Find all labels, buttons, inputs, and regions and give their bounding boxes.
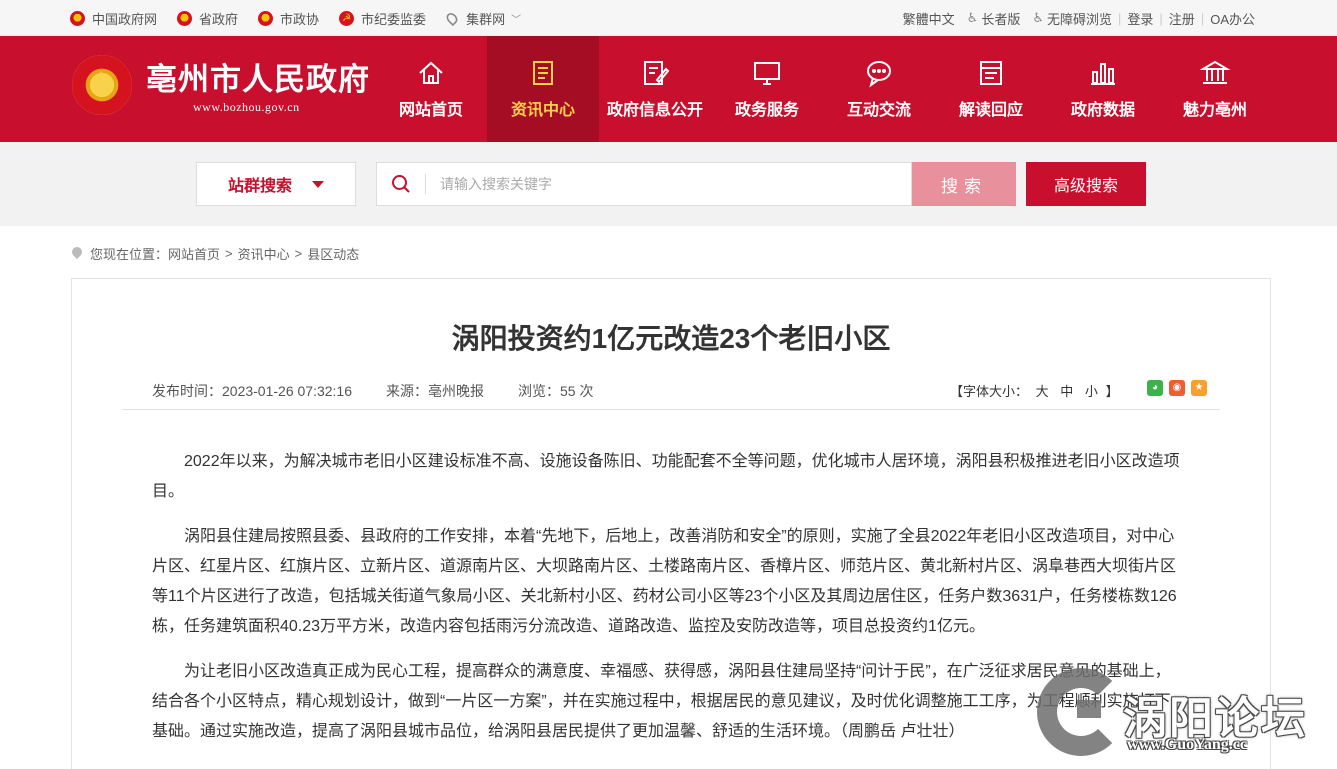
breadcrumb: 您现在位置： 网站首页 > 资讯中心 > 县区动态 [72,244,359,262]
weibo-share-icon[interactable]: ◉ [1169,380,1185,396]
article-meta: 发布时间：2023-01-26 07:32:16 来源：亳州晚报 浏览：55 次 [152,381,627,401]
search-button[interactable]: 搜索 [912,162,1016,206]
wheelchair-icon: ♿ [1032,10,1044,25]
emblem-icon [258,10,274,26]
font-size-large[interactable]: 大 [1036,384,1049,399]
font-size-label: 【字体大小： [950,384,1029,399]
wechat-share-icon[interactable]: ◕ [1147,380,1163,396]
elder-icon: ♿ [966,10,979,25]
breadcrumb-news-center[interactable]: 资讯中心 [238,244,290,263]
location-pin-icon [72,247,82,260]
site-header: ★ 亳州市人民政府 www.bozhou.gov.cn 网站首页 资讯中心 政府… [0,36,1337,142]
article-paragraph: 2022年以来，为解决城市老旧小区建设标准不高、设施设备陈旧、功能配套不全等问题… [152,453,1180,500]
emblem-icon [177,10,193,26]
nav-label: 政务服务 [734,102,799,119]
link-discipline-commission[interactable]: ☭ 市纪委监委 [339,9,426,28]
news-icon [528,58,558,88]
scope-label: 站群搜索 [227,178,292,195]
search-input[interactable] [440,176,890,192]
forum-watermark: 涡阳论坛 www.GuoYang.cc [1037,664,1327,764]
monitor-icon [752,58,782,88]
article-title: 涡阳投资约1亿元改造23个老旧小区 [451,323,891,354]
search-scope-dropdown[interactable]: 站群搜索 [196,162,356,206]
nav-label: 魅力亳州 [1182,102,1247,119]
share-buttons: ◕ ◉ ★ [1141,380,1207,396]
font-size-control: 【字体大小： 大 中 小 】 [950,381,1119,400]
view-count: 浏览：55 次 [518,383,594,399]
link-cppcc[interactable]: 市政协 [258,9,319,28]
breadcrumb-prefix: 您现在位置： [90,246,169,262]
breadcrumb-separator: > [294,245,303,261]
link-label: 无障碍浏览 [1046,11,1112,27]
link-label: 集群网 [466,11,506,27]
nav-label: 政府数据 [1070,102,1135,119]
ccdi-icon: ☭ [339,10,355,26]
nav-label: 资讯中心 [510,102,575,119]
nav-interpretation[interactable]: 解读回应 [935,36,1047,142]
main-nav: 网站首页 资讯中心 政府信息公开 政务服务 互动交流 解读回应 政府数据 魅力亳… [375,36,1271,142]
top-right-links: 繁體中文 ♿ 长者版 ♿ 无障碍浏览 | 登录 | 注册 | OA办公 [897,0,1261,36]
nav-label: 解读回应 [958,102,1023,119]
advanced-search-button[interactable]: 高级搜索 [1026,162,1146,206]
link-traditional-chinese[interactable]: 繁體中文 [897,9,961,28]
meta-divider [122,409,1220,410]
caret-down-icon [312,180,324,188]
link-label: 市政协 [280,11,320,27]
top-left-links: 中国政府网 省政府 市政协 ☭ 市纪委监委 集群网 ﹀ [70,0,541,36]
top-utility-bar: 中国政府网 省政府 市政协 ☭ 市纪委监委 集群网 ﹀ 繁體中文 ♿ 长者版 ♿ 无障碍… [0,0,1337,36]
emblem-icon [70,10,85,26]
location-pin-icon [444,10,460,26]
nav-news-center[interactable]: 资讯中心 [487,36,599,142]
favorite-star-icon[interactable]: ★ [1191,380,1207,396]
home-icon [416,58,446,88]
link-china-gov[interactable]: 中国政府网 [70,9,157,28]
link-province-gov[interactable]: 省政府 [177,9,238,28]
search-icon [377,174,425,194]
nav-label: 政府信息公开 [606,102,703,119]
nav-label: 网站首页 [398,102,463,119]
breadcrumb-county-news[interactable]: 县区动态 [307,244,359,263]
link-elder-version[interactable]: ♿ 长者版 [961,9,1027,28]
link-register[interactable]: 注册 [1163,9,1201,28]
font-size-small[interactable]: 小 [1085,384,1098,399]
reading-icon [976,58,1006,88]
watermark-url: www.GuoYang.cc [1127,736,1248,753]
edit-document-icon [640,58,670,88]
search-band: 站群搜索 搜索 高级搜索 [0,142,1337,226]
breadcrumb-separator: > [225,245,233,261]
link-label: 市纪委监委 [361,11,427,27]
nav-gov-info-disclosure[interactable]: 政府信息公开 [599,36,711,142]
article-paragraph: 为让老旧小区改造真正成为民心工程，提高群众的满意度、幸福感、获得感，涡阳县住建局… [152,663,1171,740]
breadcrumb-home[interactable]: 网站首页 [168,244,220,263]
nav-home[interactable]: 网站首页 [375,36,487,142]
article-source: 来源：亳州晚报 [386,383,484,399]
publish-time: 发布时间：2023-01-26 07:32:16 [152,383,352,399]
link-accessibility[interactable]: ♿ 无障碍浏览 [1026,9,1118,28]
article-body: 2022年以来，为解决城市老旧小区建设标准不高、设施设备陈旧、功能配套不全等问题… [152,447,1184,762]
search-box [376,162,912,206]
bar-chart-icon [1088,58,1118,88]
site-title[interactable]: 亳州市人民政府 [146,54,370,99]
article-paragraph: 涡阳县住建局按照县委、县政府的工作安排，本着“先地下，后地上，改善消防和安全”的… [152,528,1177,635]
watermark-logo-bar [1077,700,1101,718]
site-url: www.bozhou.gov.cn [193,100,300,114]
building-icon [1199,58,1231,88]
chat-bubble-icon [864,58,894,88]
link-label: 省政府 [199,11,239,27]
link-login[interactable]: 登录 [1121,9,1159,28]
star-icon: ★ [92,68,110,90]
font-size-medium[interactable]: 中 [1060,384,1073,399]
nav-gov-data[interactable]: 政府数据 [1047,36,1159,142]
nav-label: 互动交流 [846,102,911,119]
divider [425,174,426,194]
font-size-bracket: 】 [1105,384,1119,399]
link-label: 长者版 [981,11,1021,27]
nav-interaction[interactable]: 互动交流 [823,36,935,142]
nav-gov-services[interactable]: 政务服务 [711,36,823,142]
nav-charm-bozhou[interactable]: 魅力亳州 [1159,36,1271,142]
link-cluster-sites-dropdown[interactable]: 集群网 ﹀ [444,9,522,28]
chevron-down-icon: ﹀ [511,14,522,26]
link-label: 中国政府网 [92,11,158,27]
link-oa-office[interactable]: OA办公 [1204,9,1261,28]
